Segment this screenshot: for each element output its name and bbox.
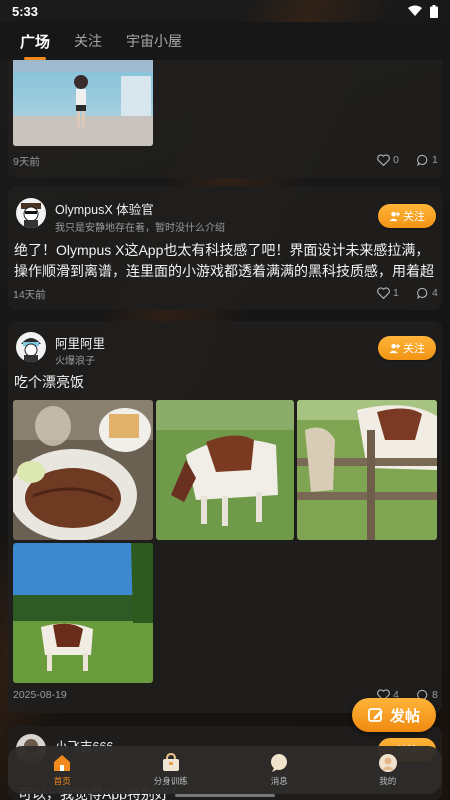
bottom-nav: 首页 分身训练 消息 我的 xyxy=(8,746,442,794)
top-tabs: 广场 关注 宇宙小屋 xyxy=(0,22,450,60)
user-bio: 我只是安静地存在着，暂时没什么介绍 xyxy=(55,223,225,234)
battery-icon xyxy=(430,4,438,18)
post-meta: 14天前 1 4 xyxy=(13,287,438,303)
username[interactable]: 阿里阿里 xyxy=(55,333,105,352)
follow-button[interactable]: 关注 xyxy=(378,204,436,228)
tab-following[interactable]: 关注 xyxy=(74,31,102,51)
post-meta: 9天前 0 1 xyxy=(13,154,438,170)
comment-count: 1 xyxy=(432,154,438,166)
like-button[interactable]: 1 xyxy=(377,287,399,299)
nav-home-label: 首页 xyxy=(53,776,71,786)
comment-icon xyxy=(417,287,428,299)
comment-count: 8 xyxy=(432,689,438,701)
create-post-label: 发帖 xyxy=(389,707,420,725)
add-user-icon xyxy=(389,211,400,221)
comment-icon xyxy=(417,154,428,166)
post-date: 9天前 xyxy=(13,156,40,168)
bag-icon xyxy=(162,753,179,771)
comment-button[interactable]: 4 xyxy=(417,287,438,299)
profile-icon xyxy=(378,754,397,772)
gesture-bar[interactable] xyxy=(175,794,275,797)
follow-button[interactable]: 关注 xyxy=(378,336,436,360)
comment-count: 4 xyxy=(432,287,438,299)
nav-home[interactable]: 首页 xyxy=(22,753,102,787)
post-date: 2025-08-19 xyxy=(13,689,67,701)
add-user-icon xyxy=(389,343,400,353)
post-card[interactable]: 9天前 0 1 xyxy=(8,50,442,178)
follow-label: 关注 xyxy=(403,211,425,223)
comment-button[interactable]: 1 xyxy=(417,154,438,166)
status-bar: 5:33 xyxy=(0,0,450,22)
avatar[interactable] xyxy=(16,332,46,362)
status-time: 5:33 xyxy=(12,3,39,19)
wifi-icon xyxy=(408,5,422,16)
post-image-anime-girl[interactable] xyxy=(13,56,153,146)
post-image-steak[interactable] xyxy=(13,400,153,540)
tab-square[interactable]: 广场 xyxy=(20,31,50,60)
tab-universe-cabin[interactable]: 宇宙小屋 xyxy=(126,31,182,51)
nav-avatar-training-label: 分身训练 xyxy=(153,776,188,786)
status-icons xyxy=(408,4,438,18)
post-text[interactable]: 绝了！Olympus X这App也太有科技感了吧！界面设计未来感拉满，操作顺滑到… xyxy=(14,240,434,282)
nav-messages[interactable]: 消息 xyxy=(239,753,319,787)
user-bio: 火爆浪子 xyxy=(55,356,95,367)
nav-avatar-training[interactable]: 分身训练 xyxy=(131,753,211,787)
post-text[interactable]: 吃个漂亮饭 xyxy=(14,372,434,393)
post-image-grazing-cow[interactable] xyxy=(156,400,294,540)
nav-profile-label: 我的 xyxy=(379,776,397,786)
edit-icon xyxy=(368,708,383,722)
heart-icon xyxy=(377,287,390,299)
create-post-button[interactable]: 发帖 xyxy=(352,698,436,732)
nav-messages-label: 消息 xyxy=(270,776,288,786)
heart-icon xyxy=(377,154,390,166)
username[interactable]: OlympusX 体验官 xyxy=(55,199,154,218)
nav-profile[interactable]: 我的 xyxy=(348,753,428,787)
like-button[interactable]: 0 xyxy=(377,154,399,166)
post-card[interactable]: OlympusX 体验官 我只是安静地存在着，暂时没什么介绍 关注 绝了！Oly… xyxy=(8,186,442,310)
chat-bubble-icon xyxy=(271,754,288,772)
avatar[interactable] xyxy=(16,198,46,228)
like-count: 0 xyxy=(393,154,399,166)
home-icon xyxy=(54,755,71,771)
follow-label: 关注 xyxy=(403,343,425,355)
post-image-cows-by-fence[interactable] xyxy=(297,400,437,540)
post-date: 14天前 xyxy=(13,289,46,301)
post-card[interactable]: 阿里阿里 火爆浪子 关注 吃个漂亮饭 2025-08-19 4 8 xyxy=(8,321,442,713)
post-image-cow-on-hill[interactable] xyxy=(13,543,153,683)
like-count: 1 xyxy=(393,287,399,299)
